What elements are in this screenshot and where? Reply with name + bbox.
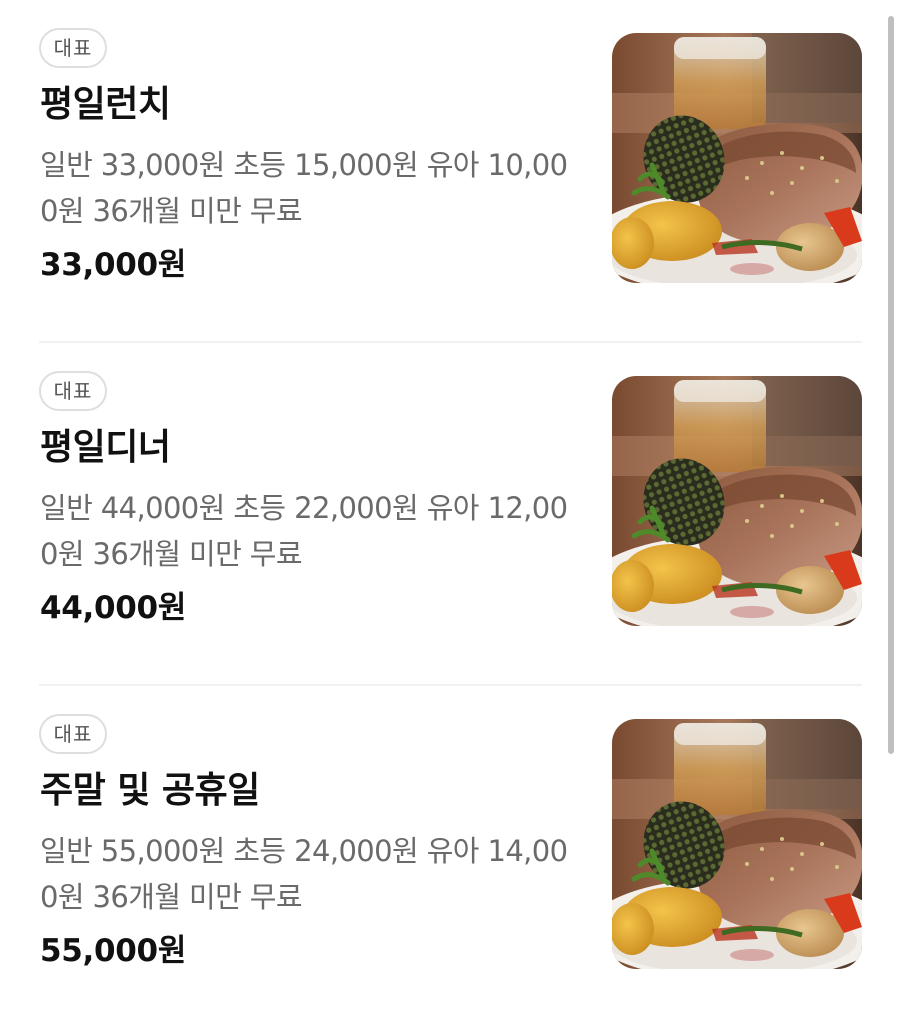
- steak-dish-photo[interactable]: [612, 376, 862, 626]
- menu-name: 평일런치: [40, 84, 171, 125]
- menu-description: 일반 55,000원 초등 24,000원 유아 14,000원 36개월 미만…: [40, 834, 568, 914]
- steak-dish-photo[interactable]: [612, 719, 862, 969]
- menu-list: 대표 평일런치 일반 33,000원 초등 15,000원 유아 10,000원…: [39, 0, 862, 1010]
- steak-dish-photo[interactable]: [612, 33, 862, 283]
- scrollbar[interactable]: [888, 16, 894, 1010]
- signature-badge: 대표: [39, 28, 107, 68]
- scrollbar-thumb[interactable]: [888, 16, 894, 754]
- menu-name: 주말 및 공휴일: [40, 770, 260, 811]
- signature-badge: 대표: [39, 371, 107, 411]
- menu-item[interactable]: 대표 주말 및 공휴일 일반 55,000원 초등 24,000원 유아 14,…: [39, 686, 862, 1010]
- menu-item[interactable]: 대표 평일디너 일반 44,000원 초등 22,000원 유아 12,000원…: [39, 343, 862, 686]
- menu-description: 일반 33,000원 초등 15,000원 유아 10,000원 36개월 미만…: [40, 148, 568, 228]
- signature-badge: 대표: [39, 714, 107, 754]
- menu-description: 일반 44,000원 초등 22,000원 유아 12,000원 36개월 미만…: [40, 491, 568, 571]
- menu-price: 44,000원: [40, 590, 187, 626]
- menu-price: 33,000원: [40, 247, 187, 283]
- menu-price: 55,000원: [40, 933, 187, 969]
- menu-name: 평일디너: [40, 427, 171, 468]
- menu-item[interactable]: 대표 평일런치 일반 33,000원 초등 15,000원 유아 10,000원…: [39, 0, 862, 343]
